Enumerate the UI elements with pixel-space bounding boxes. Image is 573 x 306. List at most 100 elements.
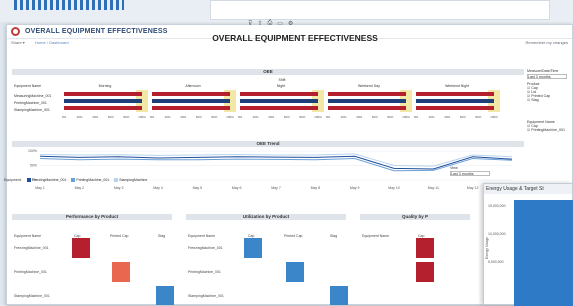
- row-label: PrintingMachine_001: [188, 270, 221, 274]
- heatmap-cell[interactable]: [416, 238, 434, 258]
- oee-bar: [416, 106, 494, 110]
- oee-axis-tick: 20%: [341, 115, 347, 119]
- oee-bar: [240, 106, 318, 110]
- breadcrumb[interactable]: Home / Dashboard: [35, 40, 69, 45]
- oee-axis-tick: 80%: [123, 115, 129, 119]
- oee-row-label: StampingMachine_001: [14, 108, 50, 112]
- trend-x-tick: May 6: [232, 186, 242, 190]
- oee-axis-tick: 40%: [356, 115, 362, 119]
- column-header: Printed Cap: [110, 234, 129, 238]
- legend-swatch: [71, 178, 76, 183]
- app-logo-icon: [11, 27, 20, 36]
- legend-swatch: [114, 178, 119, 183]
- trend-x-tick: May 1: [35, 186, 45, 190]
- oee-axis-tick: 20%: [165, 115, 171, 119]
- view-label: View: [450, 166, 458, 170]
- heatmap-cell[interactable]: [156, 286, 174, 305]
- trend-x-tick: May 10: [388, 186, 400, 190]
- column-header: Stag: [330, 234, 338, 238]
- checkbox-label: PrintingMachine_001: [531, 128, 565, 132]
- remember-changes-toggle[interactable]: Remember my changes: [526, 40, 568, 45]
- oee-axis-tick: 40%: [268, 115, 274, 119]
- oee-bar: [152, 92, 230, 96]
- y-tick: 15,000,000: [488, 204, 506, 208]
- oee-bar: [240, 92, 318, 96]
- oee-axis-tick: 100%: [490, 115, 498, 119]
- oee-bar: [416, 99, 494, 103]
- trend-x-tick: May 5: [193, 186, 203, 190]
- oee-column-header: Afternoon: [185, 84, 200, 88]
- legend-label: FreezingMachine_001: [31, 178, 67, 182]
- oee-axis-tick: 40%: [180, 115, 186, 119]
- oee-bar: [240, 99, 318, 103]
- legend-item[interactable]: PrintingMachine_001: [71, 178, 109, 183]
- share-icon[interactable]: ⇧: [257, 20, 262, 27]
- background-chart: [14, 0, 124, 10]
- oee-axis-tick: 80%: [299, 115, 305, 119]
- heatmap-cell[interactable]: [286, 262, 304, 282]
- oee-axis-tick: 80%: [475, 115, 481, 119]
- oee-bar: [328, 99, 406, 103]
- oee-bar: [152, 106, 230, 110]
- share-menu[interactable]: Share ▾: [11, 40, 25, 45]
- filter-panel: Measure/Date/Time Last 3 months Product …: [527, 69, 571, 132]
- oee-axis-tick: 40%: [92, 115, 98, 119]
- oee-column-header: Equipment Name: [14, 84, 41, 88]
- settings-icon[interactable]: ⚙: [288, 20, 293, 27]
- filter-icon[interactable]: ⊽: [248, 20, 252, 27]
- background-window: [0, 0, 573, 22]
- oee-axis-tick: 20%: [253, 115, 259, 119]
- column-header: Equipment Name: [362, 234, 390, 238]
- shift-header: Shift: [278, 78, 285, 82]
- oee-column-header: Night: [277, 84, 285, 88]
- oee-axis-tick: 20%: [77, 115, 83, 119]
- trend-chart: 100%50%0%May 1 May 2 May 3 May 4 May 5 May 6M…: [28, 149, 518, 190]
- oee-bar: [64, 99, 142, 103]
- legend-item[interactable]: StampingMachine: [114, 178, 147, 183]
- fullscreen-icon[interactable]: ▭: [277, 20, 283, 27]
- measure-select[interactable]: Last 3 months: [527, 74, 567, 79]
- oee-row-label: PrintingMachine_001: [14, 101, 47, 105]
- row-label: FreezingMachine_001: [188, 246, 223, 250]
- view-filter: View Last 3 months: [450, 166, 490, 177]
- trend-series-line: [39, 153, 513, 167]
- product-checkbox[interactable]: ☑ Stag: [527, 98, 571, 102]
- heatmap-cell[interactable]: [330, 286, 348, 305]
- y-tick: 5,000,000: [488, 260, 504, 264]
- trend-header: OEE Trend: [12, 141, 524, 147]
- oee-bar: [328, 92, 406, 96]
- legend-item[interactable]: FreezingMachine_001: [26, 178, 67, 183]
- trend-x-tick: May 7: [271, 186, 281, 190]
- oee-axis-tick: 60%: [460, 115, 466, 119]
- heatmap-cell[interactable]: [72, 238, 90, 258]
- energy-title: Energy Usage & Target St: [484, 184, 572, 194]
- background-card: [210, 0, 550, 20]
- trend-x-tick: May 2: [75, 186, 85, 190]
- column-header: Stag: [158, 234, 166, 238]
- oee-bar: [328, 106, 406, 110]
- trend-x-tick: May 11: [428, 186, 439, 190]
- oee-header: OEE: [12, 69, 524, 75]
- oee-axis-tick: 80%: [387, 115, 393, 119]
- trend-x-tick: May 4: [153, 186, 163, 190]
- trend-series-line: [39, 158, 513, 172]
- heatmap-cell[interactable]: [416, 262, 434, 282]
- trend-panel: 100% 50% 0% May 1 May 2 May 3 May 4 May 5 May 6M…: [12, 148, 524, 192]
- oee-column-header: Morning: [99, 84, 112, 88]
- app-title: OVERALL EQUIPMENT EFFECTIVENESS: [25, 28, 168, 35]
- oee-axis-tick: 20%: [429, 115, 435, 119]
- oee-bar: [416, 92, 494, 96]
- view-select[interactable]: Last 3 months: [450, 171, 490, 176]
- quality-header: Quality by P: [360, 214, 470, 220]
- heatmap-cell[interactable]: [244, 238, 262, 258]
- row-label: PrintingMachine_001: [14, 270, 47, 274]
- column-header: Equipment Name: [188, 234, 216, 238]
- trend-legend: Equipment: FreezingMachine_001 PrintingM…: [4, 178, 147, 183]
- row-label: FreezingMachine_001: [14, 246, 49, 250]
- energy-bar[interactable]: [514, 200, 573, 306]
- equipment-checkbox[interactable]: ☑ PrintingMachine_001: [527, 128, 571, 132]
- heatmap-cell[interactable]: [112, 262, 130, 282]
- print-icon[interactable]: ⎙: [267, 20, 272, 27]
- oee-axis-tick: 100%: [138, 115, 146, 119]
- oee-axis-tick: 60%: [284, 115, 290, 119]
